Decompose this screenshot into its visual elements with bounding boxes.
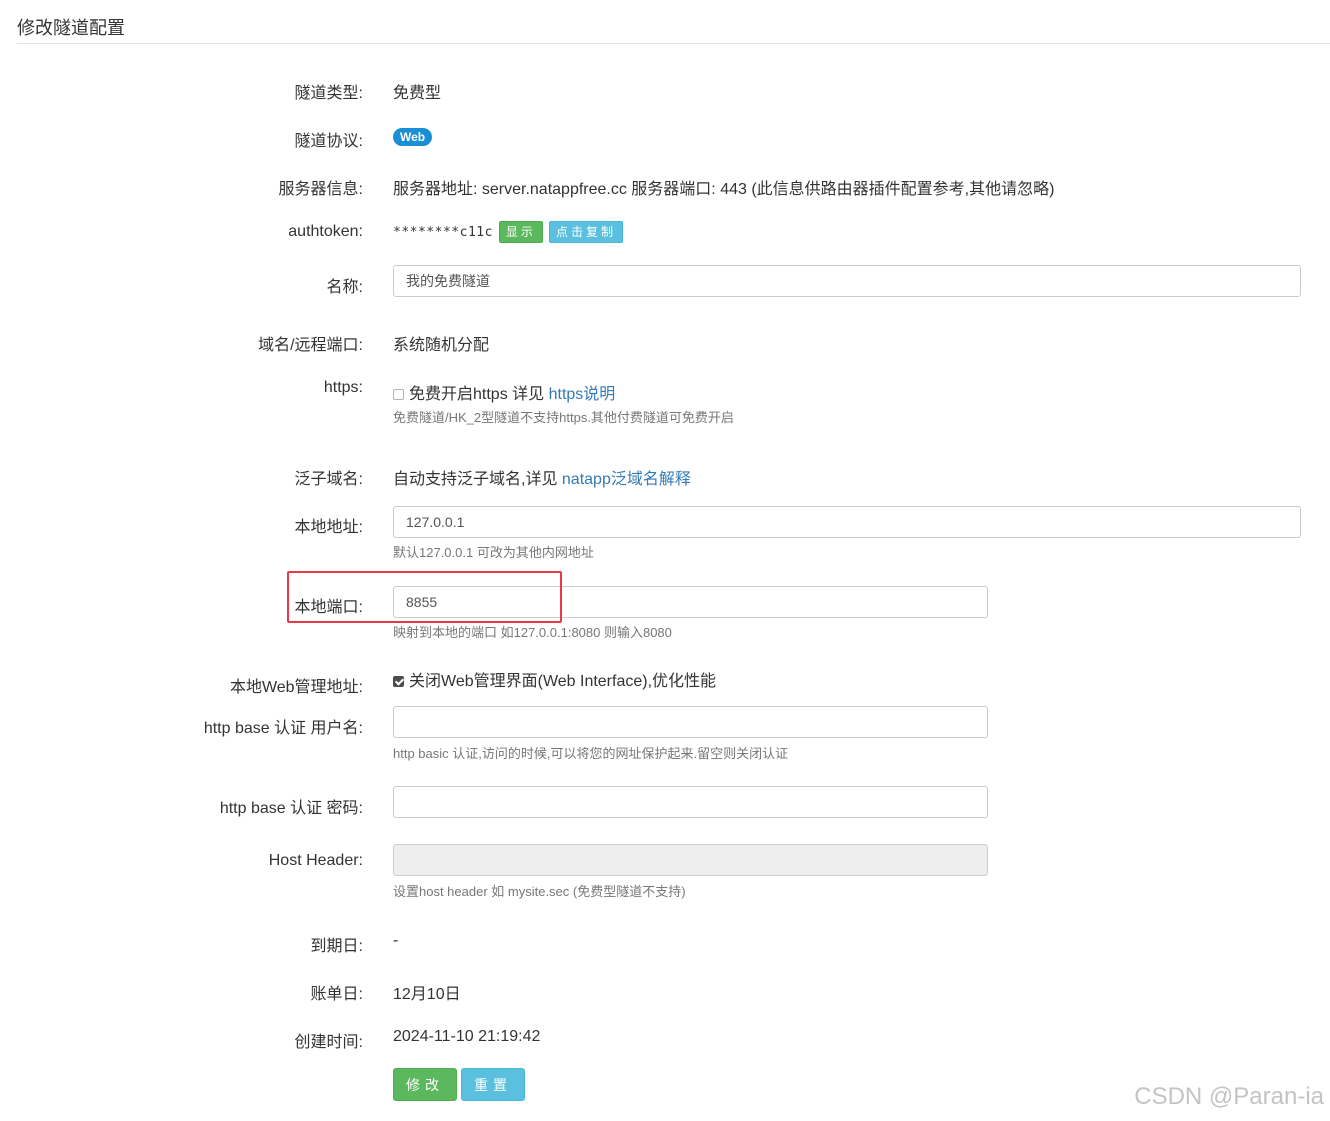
name-input[interactable]	[393, 265, 1301, 297]
host-header-help: 设置host header 如 mysite.sec (免费型隧道不支持)	[393, 884, 686, 899]
web-admin-option: 关闭Web管理界面(Web Interface),优化性能	[393, 667, 716, 691]
name-label: 名称:	[326, 279, 363, 296]
local-port-input[interactable]	[393, 586, 988, 618]
host-header-input	[393, 844, 988, 876]
web-admin-checkbox[interactable]	[393, 676, 404, 687]
web-admin-checkbox-text: 关闭Web管理界面(Web Interface),优化性能	[409, 673, 717, 690]
https-label: https:	[323, 379, 363, 396]
authtoken-label: authtoken:	[288, 223, 363, 240]
host-header-label: Host Header:	[268, 852, 363, 869]
https-option: 免费开启https 详见 https说明	[393, 380, 615, 404]
wildcard-help-link[interactable]: natapp泛域名解释	[562, 471, 691, 488]
protocol-label: 隧道协议:	[294, 133, 363, 150]
auth-user-help: http basic 认证,访问的时候,可以将您的网址保护起来.留空则关闭认证	[393, 746, 789, 761]
web-admin-label: 本地Web管理地址:	[229, 679, 363, 696]
tunnel-type-value: 免费型	[393, 85, 442, 102]
local-port-help: 映射到本地的端口 如127.0.0.1:8080 则输入8080	[393, 625, 672, 640]
protocol-badge: Web	[393, 128, 433, 146]
domain-value: 系统随机分配	[393, 337, 490, 354]
auth-pass-input[interactable]	[393, 786, 988, 818]
billing-value: 12月10日	[393, 986, 461, 1003]
reset-button[interactable]: 重置	[461, 1068, 525, 1101]
expire-value: -	[393, 932, 399, 949]
show-token-button[interactable]: 显示	[498, 221, 543, 243]
auth-user-input[interactable]	[393, 706, 988, 738]
page-title: 修改隧道配置	[17, 18, 125, 38]
https-help-link[interactable]: https说明	[549, 386, 616, 403]
wildcard-value: 自动支持泛子域名,详见 natapp泛域名解释	[393, 465, 691, 489]
server-info-label: 服务器信息:	[278, 181, 363, 198]
authtoken-row: ********c11c 显示 点击复制	[393, 221, 623, 243]
billing-label: 账单日:	[310, 986, 363, 1003]
copy-token-button[interactable]: 点击复制	[548, 221, 623, 243]
auth-user-label: http base 认证 用户名:	[203, 720, 363, 737]
local-address-label: 本地地址:	[294, 519, 363, 536]
tunnel-type-label: 隧道类型:	[294, 85, 363, 102]
local-address-help: 默认127.0.0.1 可改为其他内网地址	[393, 545, 594, 560]
local-address-input[interactable]	[393, 506, 1301, 538]
title-divider	[17, 43, 1330, 44]
https-checkbox[interactable]	[393, 389, 404, 400]
watermark: CSDN @Paran-ia	[1134, 1083, 1324, 1110]
submit-button[interactable]: 修改	[393, 1068, 457, 1101]
domain-label: 域名/远程端口:	[258, 337, 363, 354]
https-help-text: 免费隧道/HK_2型隧道不支持https.其他付费隧道可免费开启	[393, 410, 734, 425]
auth-pass-label: http base 认证 密码:	[219, 800, 363, 817]
wildcard-label: 泛子域名:	[294, 471, 363, 488]
https-checkbox-text: 免费开启https 详见	[409, 386, 545, 403]
authtoken-value: ********c11c	[393, 225, 493, 241]
local-port-label: 本地端口:	[294, 599, 363, 616]
created-value: 2024-11-10 21:19:42	[393, 1028, 541, 1045]
expire-label: 到期日:	[310, 938, 363, 955]
protocol-value: Web	[393, 128, 433, 146]
wildcard-text: 自动支持泛子域名,详见	[393, 471, 558, 488]
created-label: 创建时间:	[294, 1034, 363, 1051]
server-info-value: 服务器地址: server.natappfree.cc 服务器端口: 443 (…	[393, 181, 1055, 198]
